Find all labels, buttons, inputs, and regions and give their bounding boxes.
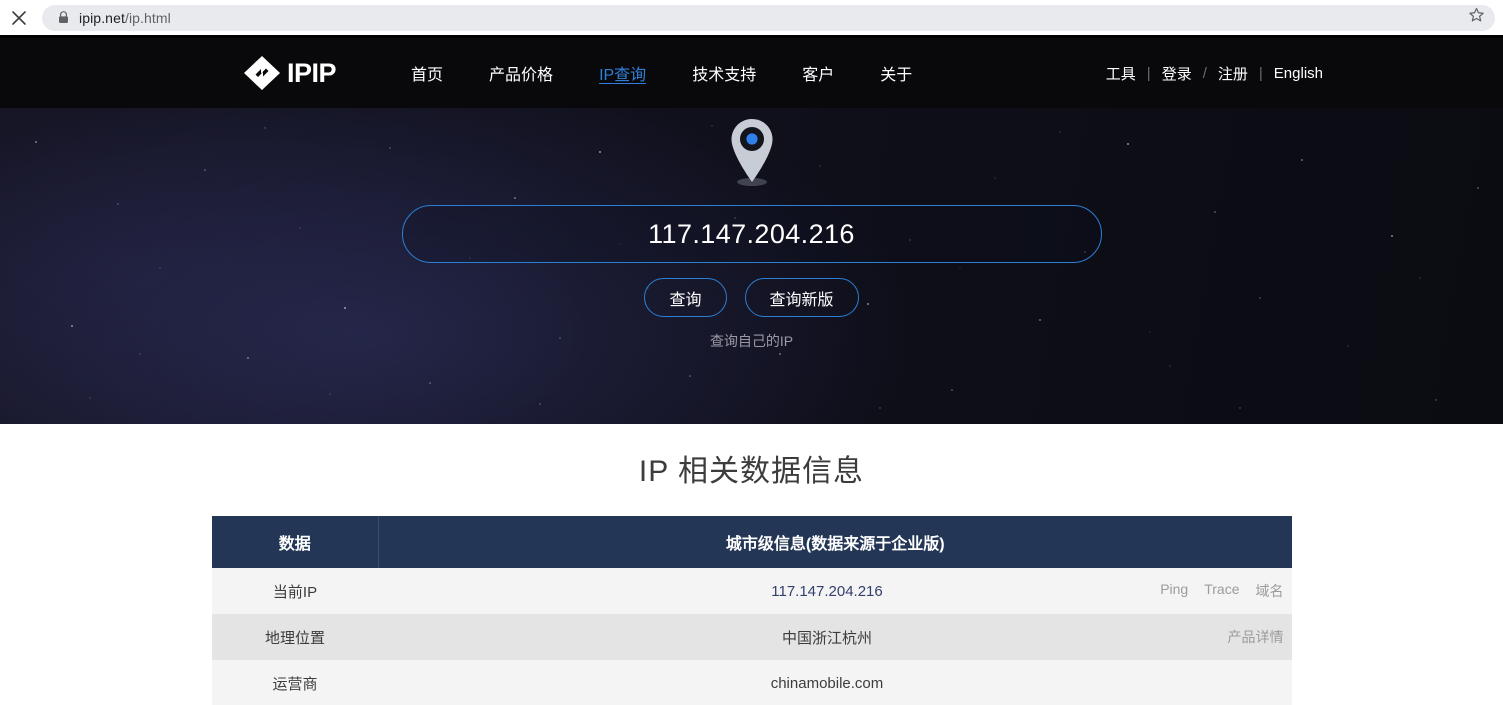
domain-action[interactable]: 域名 bbox=[1256, 581, 1284, 601]
bookmark-star-icon[interactable] bbox=[1468, 7, 1485, 29]
nav-item-about[interactable]: 关于 bbox=[857, 61, 935, 85]
ip-search-value: 117.147.204.216 bbox=[648, 218, 855, 249]
ip-info-table: 数据 城市级信息(数据来源于企业版) 当前IP 117.147.204.216 … bbox=[211, 516, 1292, 705]
location-value: 中国浙江杭州 bbox=[781, 629, 872, 647]
row-actions-current-ip: Ping Trace 域名 bbox=[1160, 581, 1283, 601]
nav-item-register[interactable]: 注册 bbox=[1214, 63, 1252, 84]
page-viewport: IPIP 首页 产品价格 IP查询 技术支持 客户 关于 工具 | 登录 / 注… bbox=[0, 38, 1503, 705]
table-row: 当前IP 117.147.204.216 Ping Trace 域名 bbox=[211, 568, 1292, 614]
nav-item-tools[interactable]: 工具 bbox=[1102, 63, 1140, 84]
nav-separator-3: | bbox=[1258, 64, 1263, 82]
query-new-version-button[interactable]: 查询新版 bbox=[744, 278, 859, 317]
nav-item-home[interactable]: 首页 bbox=[388, 61, 466, 85]
location-pin-icon bbox=[726, 116, 778, 193]
site-logo[interactable]: IPIP bbox=[243, 55, 337, 91]
row-label-isp: 运营商 bbox=[272, 675, 318, 693]
table-row: 地理位置 中国浙江杭州 产品详情 bbox=[211, 614, 1292, 660]
url-domain: ipip.net bbox=[79, 9, 125, 26]
ip-data-section: IP 相关数据信息 数据 城市级信息(数据来源于企业版) 当前IP 117.14… bbox=[0, 424, 1503, 705]
url-text: ipip.net/ip.html bbox=[79, 10, 171, 26]
nav-item-english[interactable]: English bbox=[1270, 65, 1327, 82]
hero-banner: 117.147.204.216 查询 查询新版 查询自己的IP bbox=[0, 108, 1503, 424]
nav-item-login[interactable]: 登录 bbox=[1158, 63, 1196, 84]
table-header-row: 数据 城市级信息(数据来源于企业版) bbox=[211, 516, 1292, 568]
current-ip-link[interactable]: 117.147.204.216 bbox=[379, 583, 1276, 600]
site-header: IPIP 首页 产品价格 IP查询 技术支持 客户 关于 工具 | 登录 / 注… bbox=[0, 38, 1503, 108]
trace-action[interactable]: Trace bbox=[1204, 581, 1239, 601]
query-button[interactable]: 查询 bbox=[644, 278, 727, 317]
row-label-current-ip: 当前IP bbox=[272, 583, 318, 601]
browser-toolbar: ipip.net/ip.html bbox=[0, 0, 1503, 38]
nav-separator-1: | bbox=[1146, 64, 1151, 82]
ping-action[interactable]: Ping bbox=[1160, 581, 1188, 601]
primary-nav: 首页 产品价格 IP查询 技术支持 客户 关于 bbox=[388, 61, 935, 85]
row-actions-location: 产品详情 bbox=[1228, 627, 1284, 647]
nav-item-support[interactable]: 技术支持 bbox=[669, 61, 779, 85]
table-header-city-info: 城市级信息(数据来源于企业版) bbox=[378, 516, 1292, 568]
table-header-data: 数据 bbox=[211, 516, 379, 568]
page-title: IP 相关数据信息 bbox=[638, 455, 865, 488]
table-head: 数据 城市级信息(数据来源于企业版) bbox=[211, 516, 1292, 568]
row-value-location-cell: 中国浙江杭州 产品详情 bbox=[379, 614, 1292, 660]
close-tab-button[interactable] bbox=[0, 0, 38, 37]
close-icon bbox=[11, 10, 27, 26]
logo-text: IPIP bbox=[287, 57, 337, 88]
lock-icon bbox=[58, 11, 69, 24]
url-path: /ip.html bbox=[124, 9, 171, 26]
query-own-ip-link[interactable]: 查询自己的IP bbox=[710, 331, 793, 351]
product-details-action[interactable]: 产品详情 bbox=[1228, 627, 1284, 647]
nav-separator-2: / bbox=[1202, 64, 1207, 82]
table-row: 运营商 chinamobile.com bbox=[211, 660, 1292, 705]
ipip-diamond-logo-icon bbox=[243, 55, 281, 91]
row-label-location: 地理位置 bbox=[264, 629, 325, 647]
address-bar[interactable]: ipip.net/ip.html bbox=[42, 4, 1495, 31]
nav-item-ip-query[interactable]: IP查询 bbox=[576, 61, 669, 85]
nav-item-customers[interactable]: 客户 bbox=[779, 61, 857, 85]
hero-button-group: 查询 查询新版 bbox=[644, 278, 859, 317]
hero-content: 117.147.204.216 查询 查询新版 查询自己的IP bbox=[0, 108, 1503, 351]
table-body: 当前IP 117.147.204.216 Ping Trace 域名 地理位置 … bbox=[211, 568, 1292, 705]
isp-value: chinamobile.com bbox=[770, 674, 884, 692]
row-value-isp-cell: chinamobile.com bbox=[379, 660, 1292, 705]
row-value-current-ip-cell: 117.147.204.216 Ping Trace 域名 bbox=[379, 568, 1292, 614]
secondary-nav: 工具 | 登录 / 注册 | English bbox=[1102, 63, 1327, 84]
nav-item-pricing[interactable]: 产品价格 bbox=[466, 61, 576, 85]
ip-search-input[interactable]: 117.147.204.216 bbox=[401, 205, 1102, 263]
